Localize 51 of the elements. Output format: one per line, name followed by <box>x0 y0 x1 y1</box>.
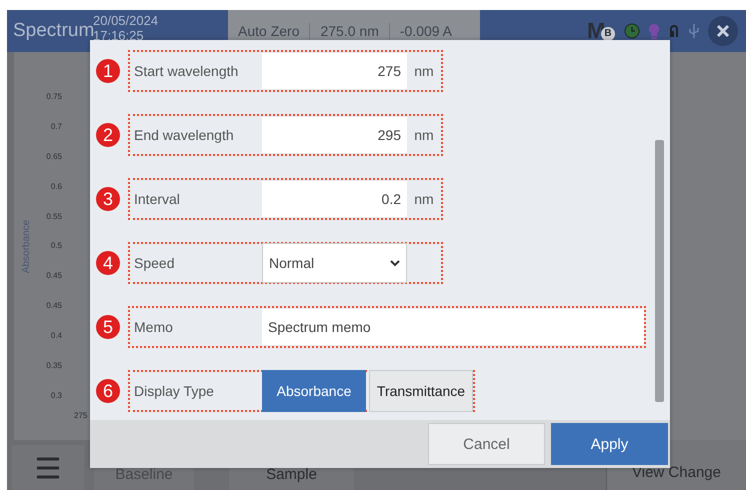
wavelength-reading: 275.0 nm <box>309 23 389 39</box>
field-label: End wavelength <box>133 126 235 145</box>
time-text: 17:16:25 <box>93 28 145 43</box>
field-label: Interval <box>133 190 181 209</box>
tick-label: 0.3 <box>50 390 62 400</box>
toggle-option[interactable]: Transmittance <box>369 370 473 412</box>
field-label: Speed <box>133 254 176 273</box>
status-mode: Auto Zero <box>237 23 300 39</box>
menu-icon <box>36 456 60 478</box>
step-number: 1 <box>96 59 120 83</box>
close-button[interactable] <box>708 16 738 46</box>
tick-label: 0.7 <box>50 122 62 131</box>
input-field[interactable]: Spectrum memo <box>262 309 644 345</box>
app-title: Spectrum <box>13 20 93 43</box>
field-label: Memo <box>133 318 174 337</box>
unit-label: nm <box>413 190 435 209</box>
unit-label: nm <box>413 126 435 145</box>
usb-icon[interactable] <box>687 23 701 39</box>
tick-label: 0.6 <box>50 182 62 191</box>
tick-label: 0.4 <box>50 331 62 340</box>
step-number: 3 <box>96 187 120 211</box>
tick-label: 275 <box>74 411 88 420</box>
step-number: 2 <box>96 123 120 147</box>
bulb-icon[interactable] <box>647 23 661 39</box>
input-field[interactable]: 0.2 <box>262 181 407 217</box>
step-number: 5 <box>96 315 120 339</box>
tick-label: 0.75 <box>45 92 62 101</box>
scrollbar[interactable] <box>655 140 664 402</box>
cancel-button[interactable]: Cancel <box>428 423 545 465</box>
field-label: Start wavelength <box>133 62 240 81</box>
unit-label: nm <box>413 62 435 81</box>
date-text: 20/05/2024 <box>93 13 160 28</box>
toggle-option[interactable]: Absorbance <box>262 370 366 412</box>
tick-label: 0.65 <box>45 152 62 161</box>
clip-icon[interactable] <box>668 23 680 39</box>
dropdown[interactable]: Normal <box>262 243 407 283</box>
tick-label: 0.45 <box>45 301 62 310</box>
caret-icon <box>390 260 400 266</box>
tick-label: 0.55 <box>45 212 62 221</box>
menu-button[interactable] <box>12 445 84 490</box>
tick-label: 0.45 <box>45 271 62 280</box>
absorbance-reading: -0.009 A <box>388 23 462 39</box>
tick-label: 0.5 <box>50 241 62 250</box>
tick-label: 0.35 <box>45 361 62 370</box>
step-number: 4 <box>96 251 120 275</box>
step-number: 6 <box>96 379 120 403</box>
apply-button[interactable]: Apply <box>551 423 668 465</box>
input-field[interactable]: 275 <box>262 53 407 89</box>
clock-icon[interactable] <box>624 23 640 39</box>
field-label: Display Type <box>133 382 215 401</box>
input-field[interactable]: 295 <box>262 117 407 153</box>
